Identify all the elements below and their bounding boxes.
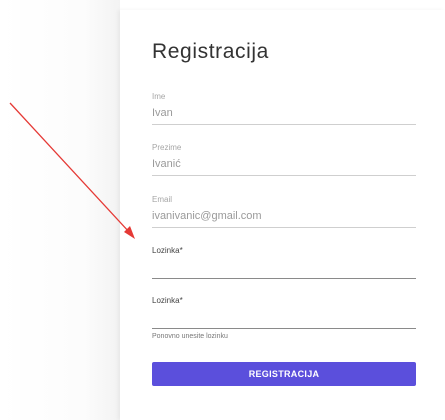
password-field[interactable]: Lozinka*: [152, 246, 416, 279]
page-background: [0, 0, 120, 420]
first-name-label: Ime: [152, 92, 166, 101]
confirm-password-hint: Ponovno unesite lozinku: [152, 333, 228, 340]
confirm-password-label: Lozinka*: [152, 296, 183, 305]
screenshot-stage: Registracija Ime Ivan Prezime Ivanić Ema…: [0, 0, 445, 420]
register-button[interactable]: REGISTRACIJA: [152, 362, 416, 386]
password-label: Lozinka*: [152, 246, 183, 255]
last-name-field[interactable]: Prezime Ivanić: [152, 143, 416, 176]
password-underline: [152, 278, 416, 279]
first-name-input[interactable]: Ivan: [152, 106, 416, 120]
email-label: Email: [152, 195, 173, 204]
password-input[interactable]: [152, 260, 416, 274]
first-name-field[interactable]: Ime Ivan: [152, 92, 416, 125]
confirm-password-underline: [152, 328, 416, 329]
email-input[interactable]: ivanivanic@gmail.com: [152, 209, 416, 223]
email-underline: [152, 227, 416, 228]
confirm-password-field[interactable]: Lozinka*: [152, 296, 416, 329]
email-field[interactable]: Email ivanivanic@gmail.com: [152, 195, 416, 228]
last-name-input[interactable]: Ivanić: [152, 157, 416, 171]
last-name-underline: [152, 175, 416, 176]
first-name-underline: [152, 124, 416, 125]
page-title: Registracija: [152, 40, 269, 63]
confirm-password-input[interactable]: [152, 310, 416, 324]
last-name-label: Prezime: [152, 143, 182, 152]
